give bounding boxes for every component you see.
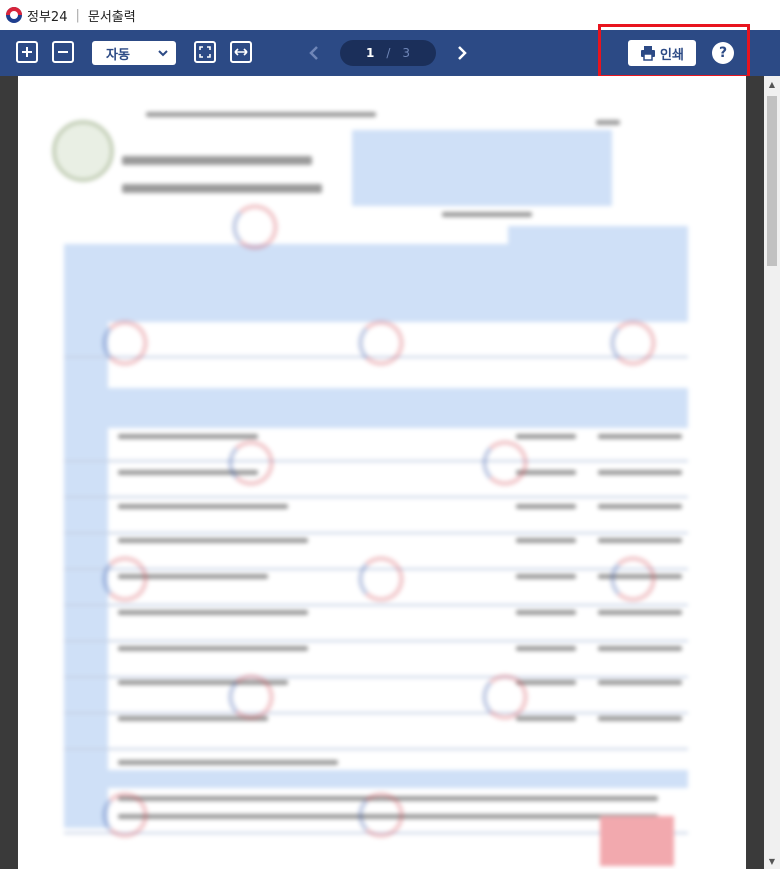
print-button-highlight [598,24,750,78]
row-date [516,504,576,509]
chevron-left-icon [309,46,318,60]
doc-subtitle-line [122,184,322,193]
minus-square-icon [58,51,68,53]
current-page[interactable]: 1 [366,46,374,60]
row-date [516,646,576,651]
title-separator: | [75,7,80,23]
page-indicator: 1 / 3 [340,40,436,66]
row-status [598,434,682,439]
table-row-divider [64,532,688,534]
watermark-mark [482,674,528,720]
table-row-divider [64,748,688,750]
watermark-mark [228,674,274,720]
row-text [118,760,338,765]
row-status [598,680,682,685]
row-text [118,504,288,509]
row-date [516,574,576,579]
watermark-mark [102,556,148,602]
row-status [598,646,682,651]
gov24-logo-icon [6,7,22,23]
table-row-divider [64,460,688,462]
watermark-mark [102,320,148,366]
row-text [118,538,308,543]
scrollbar-thumb[interactable] [767,96,777,266]
zoom-mode-select[interactable]: 자동 [92,41,176,65]
watermark-mark [228,440,274,486]
watermark-mark [358,792,404,838]
row-date [516,538,576,543]
table-section-row [64,288,688,322]
next-page-button[interactable] [452,42,472,64]
scroll-up-icon[interactable]: ▲ [767,80,777,90]
page-separator: / [386,46,391,60]
total-pages: 3 [402,46,411,60]
row-date [516,434,576,439]
table-header-row [64,244,688,288]
row-text [118,434,258,439]
official-stamp [600,816,674,866]
left-gutter [0,76,18,869]
fit-page-icon [199,46,211,58]
zoom-in-button[interactable] [16,41,38,63]
document-page [22,80,742,869]
row-status [598,470,682,475]
chevron-right-icon [458,46,467,60]
doc-title-line [122,156,312,165]
watermark-mark [482,440,528,486]
emblem-seal [52,120,114,182]
table-row-divider [64,640,688,642]
plus-square-icon [22,47,32,57]
scroll-down-icon[interactable]: ▼ [767,857,777,867]
document-viewer[interactable]: ▲ ▼ [0,76,780,869]
row-status [598,504,682,509]
zoom-out-button[interactable] [52,41,74,63]
row-date [516,610,576,615]
watermark-mark [358,556,404,602]
fit-width-icon [234,48,248,56]
row-date [516,680,576,685]
right-gutter [746,76,764,869]
row-text [118,610,308,615]
chevron-down-icon [158,50,168,57]
watermark-mark [610,320,656,366]
row-status [598,538,682,543]
table-footer-header [108,770,688,788]
doc-number [596,120,620,125]
previous-page-button[interactable] [304,42,324,64]
row-status [598,716,682,721]
zoom-mode-value: 자동 [106,47,130,63]
fit-width-button[interactable] [230,41,252,63]
app-name: 정부24 [27,9,68,25]
watermark-mark [610,556,656,602]
row-date [516,716,576,721]
doc-header-line [146,112,376,117]
issue-info-box [352,130,612,206]
issue-date-line [442,212,532,217]
table-row-divider [64,496,688,498]
watermark-mark [358,320,404,366]
window-title: 문서출력 [87,9,136,25]
row-text [118,646,308,651]
watermark-mark [102,792,148,838]
watermark-mark [232,204,278,250]
table-column-header [64,388,688,428]
table-row-divider [64,712,688,714]
table-row-divider [64,604,688,606]
table-row-divider [64,676,688,678]
fit-page-button[interactable] [194,41,216,63]
row-status [598,610,682,615]
vertical-scrollbar[interactable]: ▲ ▼ [764,76,780,869]
